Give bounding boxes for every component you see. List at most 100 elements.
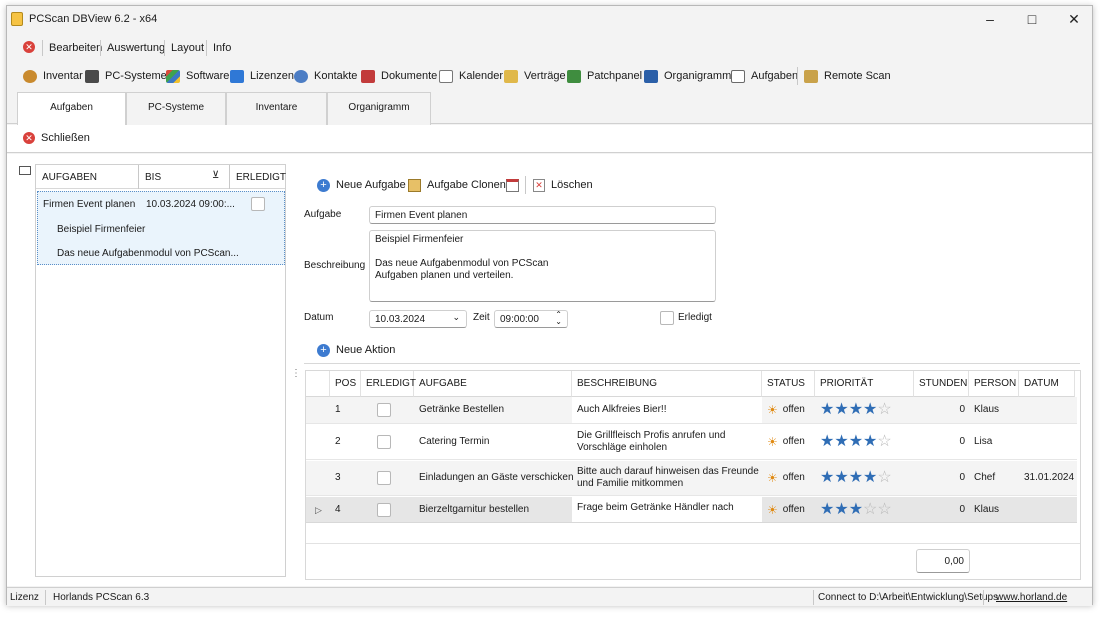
row-done-checkbox[interactable] [377, 503, 391, 517]
cell-description: Auch Alkfreies Bier!! [572, 397, 762, 423]
menu-info[interactable]: Info [213, 42, 231, 54]
done-checkbox[interactable] [660, 311, 674, 325]
column-header-aufgaben[interactable]: AUFGABEN [42, 172, 97, 183]
toolbar-organigramm[interactable]: Organigramm [644, 68, 731, 84]
column-header-erledigt[interactable]: ERLEDIGT [236, 172, 286, 183]
cell-priority[interactable]: ★ ★ ★ ☆ ☆ [815, 497, 892, 522]
table-row[interactable]: 3 Einladungen an Gäste verschicken Bitte… [306, 461, 1077, 496]
new-task-button[interactable]: + Neue Aufgabe [317, 176, 406, 194]
add-icon: + [317, 178, 330, 192]
task-done-checkbox[interactable] [251, 197, 265, 211]
maximize-button[interactable]: □ [1009, 6, 1055, 32]
delete-task-label: Löschen [551, 179, 593, 191]
new-action-button[interactable]: + Neue Aktion [317, 341, 395, 359]
task-name-input[interactable]: Firmen Event planen [369, 206, 716, 224]
time-label: Zeit [473, 312, 490, 323]
close-tab-button[interactable]: ✕ Schließen [23, 132, 90, 144]
toolbar-kontakte[interactable]: Kontakte [294, 68, 357, 84]
cell-date [1019, 425, 1024, 459]
table-row-selected[interactable]: ▷ 4 Bierzeltgarnitur bestellen Frage bei… [306, 497, 1077, 523]
close-window-button[interactable]: ✕ [1051, 6, 1097, 32]
menu-layout[interactable]: Layout [171, 42, 204, 54]
star-filled-icon: ★ [848, 500, 864, 518]
clone-task-label: Aufgabe Clonen [427, 179, 506, 191]
minimize-button[interactable]: – [967, 6, 1013, 32]
contacts-icon [294, 69, 308, 83]
column-header-bis[interactable]: BIS [145, 172, 161, 183]
menu-bearbeiten[interactable]: Bearbeiten [49, 42, 102, 54]
clone-icon [408, 178, 421, 192]
toolbar-inventar[interactable]: Inventar [23, 68, 83, 84]
tab-aufgaben[interactable]: Aufgaben [17, 92, 126, 126]
menu-auswertung[interactable]: Auswertung [107, 42, 165, 54]
delete-task-button[interactable]: ✕ Löschen [533, 176, 593, 194]
task-due: 10.03.2024 09:00:... [146, 199, 235, 210]
cell-pos: 3 [335, 472, 341, 483]
toolbar-aufgaben[interactable]: Aufgaben [731, 68, 798, 84]
task-title: Firmen Event planen [43, 199, 136, 210]
status-bar: Lizenz Horlands PCScan 6.3 Connect to D:… [7, 587, 1092, 606]
toolbar-dokumente[interactable]: Dokumente [361, 68, 437, 84]
cell-description: Bitte auch darauf hinweisen das Freunde u… [572, 461, 762, 495]
exit-icon[interactable]: ✕ [23, 41, 35, 53]
date-label: Datum [304, 312, 334, 323]
add-icon: + [317, 343, 330, 357]
cell-priority[interactable]: ★ ★ ★ ★ ☆ [815, 425, 892, 459]
chevron-down-icon[interactable]: ⌄ [452, 312, 460, 323]
toolbar-vertraege[interactable]: Verträge [504, 68, 566, 84]
cell-date [1019, 497, 1024, 522]
cell-person: Klaus [974, 404, 1000, 415]
star-filled-icon: ★ [820, 433, 835, 450]
orgchart-icon [644, 69, 658, 83]
column-header-erledigt[interactable]: ERLEDIGT [361, 371, 416, 397]
tab-inventare[interactable]: Inventare [226, 92, 327, 125]
remote-scan-icon [804, 69, 818, 83]
title-bar: PCScan DBView 6.2 - x64 – □ ✕ [7, 6, 1092, 32]
toolbar-remote-scan[interactable]: Remote Scan [804, 68, 891, 84]
star-filled-icon: ★ [834, 433, 849, 450]
column-header-aufgabe[interactable]: AUFGABE [414, 371, 572, 397]
column-header-status[interactable]: STATUS [762, 371, 815, 397]
row-done-checkbox[interactable] [377, 435, 391, 449]
task-list-panel: AUFGABEN BIS ⊻ ERLEDIGT Firmen Event pla… [35, 164, 286, 577]
row-done-checkbox[interactable] [377, 471, 391, 485]
column-header-prioritaet[interactable]: PRIORITÄT [815, 371, 914, 397]
toolbar-kalender[interactable]: Kalender [439, 68, 503, 84]
cell-priority[interactable]: ★ ★ ★ ★ ☆ [815, 461, 892, 495]
task-list-item-selected[interactable]: Firmen Event planen 10.03.2024 09:00:...… [37, 191, 285, 265]
column-header-stunden[interactable]: STUNDEN [914, 371, 969, 397]
cell-description: Die Grillfleisch Profis anrufen und Vorsc… [572, 425, 762, 459]
website-link[interactable]: www.horland.de [996, 592, 1067, 603]
delete-icon: ✕ [533, 178, 545, 192]
time-picker[interactable]: 09:00:00 ⌃ ⌄ [494, 310, 568, 328]
column-header-person[interactable]: PERSON [969, 371, 1019, 397]
tab-pc-systeme[interactable]: PC-Systeme [126, 92, 226, 125]
drag-handle-icon[interactable]: ⋮ [291, 368, 301, 379]
column-chooser-icon[interactable] [19, 166, 31, 175]
toolbar-pc-systeme[interactable]: PC-Systeme [85, 68, 167, 84]
toolbar-patchpanel[interactable]: Patchpanel [567, 68, 642, 84]
cell-status: ☀ offen [762, 425, 805, 459]
task-preview-line: Beispiel Firmenfeier [57, 224, 146, 235]
description-textarea[interactable]: Beispiel Firmenfeier Das neue Aufgabenmo… [369, 230, 716, 302]
column-header-beschreibung[interactable]: BESCHREIBUNG [572, 371, 762, 397]
clone-task-button[interactable]: Aufgabe Clonen [408, 176, 506, 194]
tab-organigramm[interactable]: Organigramm [327, 92, 431, 125]
table-row[interactable]: 2 Catering Termin Die Grillfleisch Profi… [306, 425, 1077, 460]
cell-priority[interactable]: ★ ★ ★ ★ ☆ [815, 397, 892, 423]
spin-updown-icon[interactable]: ⌃ ⌄ [555, 311, 562, 326]
star-filled-icon: ★ [834, 500, 849, 518]
close-label: Schließen [41, 132, 90, 144]
star-filled-icon: ★ [848, 469, 864, 486]
column-header-datum[interactable]: DATUM [1019, 371, 1075, 397]
row-done-checkbox[interactable] [377, 403, 391, 417]
column-header-pos[interactable]: POS [330, 371, 361, 397]
toolbar-software[interactable]: Software [166, 68, 229, 84]
date-picker[interactable]: 10.03.2024 ⌄ [369, 310, 467, 328]
cell-status: ☀ offen [762, 461, 805, 495]
calendar-button[interactable] [506, 176, 519, 194]
toolbar-lizenzen[interactable]: Lizenzen [230, 68, 294, 84]
table-row[interactable]: 1 Getränke Bestellen Auch Alkfreies Bier… [306, 397, 1077, 424]
menu-bar: ✕ Bearbeiten Auswertung Layout Info [7, 36, 1092, 60]
cell-hours: 0 [959, 404, 965, 415]
